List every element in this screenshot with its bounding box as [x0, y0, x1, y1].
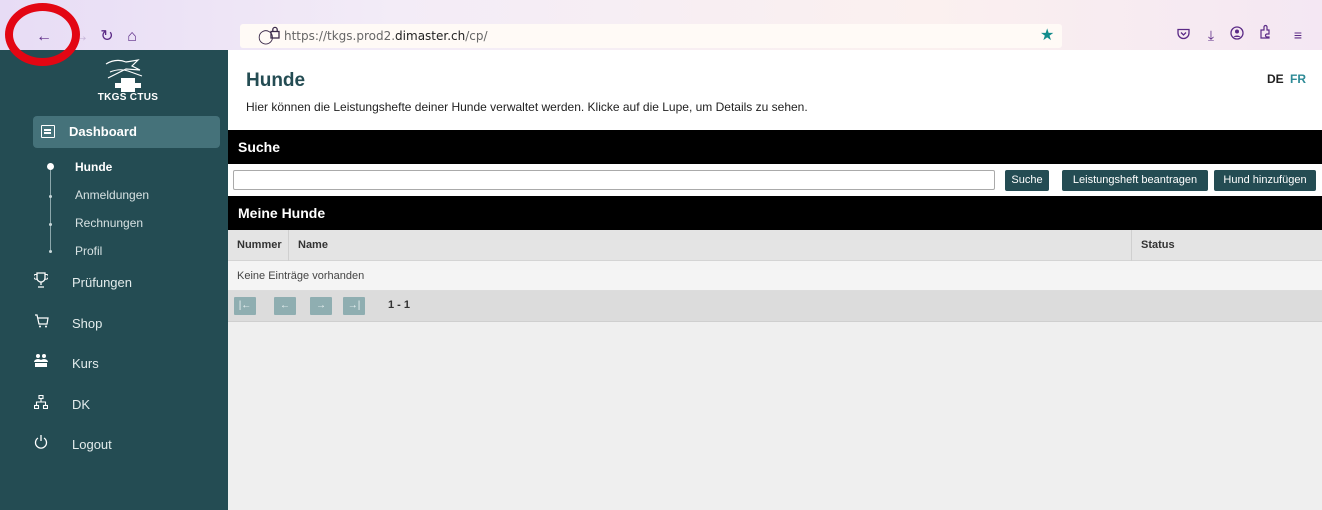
sidebar-item-label: Kurs	[72, 356, 99, 371]
column-divider	[288, 230, 289, 261]
people-icon	[30, 353, 52, 375]
menu-icon[interactable]: ≡	[1286, 24, 1310, 46]
first-page-button[interactable]: |←	[234, 297, 256, 315]
column-header-name[interactable]: Name	[298, 239, 328, 251]
sidebar-item-hunde[interactable]: Hunde	[75, 160, 112, 174]
reload-icon[interactable]: ↻	[96, 26, 118, 48]
forward-arrow-icon[interactable]: →	[70, 26, 92, 48]
sidebar-item-dashboard[interactable]: Dashboard	[33, 116, 220, 148]
page-info: 1 - 1	[388, 299, 411, 311]
sidebar-item-logout[interactable]: Logout	[30, 434, 220, 458]
cart-icon	[30, 313, 52, 335]
request-booklet-button[interactable]: Leistungsheft beantragen	[1062, 170, 1208, 191]
sidebar-item-rechnungen[interactable]: Rechnungen	[75, 216, 143, 230]
download-icon[interactable]: ⤓	[1199, 24, 1223, 46]
bookmark-star-icon[interactable]: ★	[1040, 25, 1054, 47]
bullet	[49, 195, 52, 198]
extensions-icon[interactable]	[1253, 24, 1277, 46]
table-row: Keine Einträge vorhanden	[228, 261, 1322, 291]
sidebar-item-label: Shop	[72, 316, 103, 331]
browser-toolbar: ← → ↻ ⌂ ◯ https://tkgs.prod2.dimaster.ch…	[0, 0, 1322, 50]
trophy-icon	[30, 272, 52, 295]
sidebar-item-profil[interactable]: Profil	[75, 244, 102, 258]
active-bullet	[47, 163, 54, 170]
page-description: Hier können die Leistungshefte deiner Hu…	[246, 100, 808, 114]
page-title: Hunde	[246, 70, 306, 91]
column-header-nummer[interactable]: Nummer	[237, 239, 282, 251]
main-content: Hunde Hier können die Leistungshefte dei…	[228, 50, 1322, 510]
hierarchy-icon	[30, 394, 52, 416]
sidebar: TKGS CTUS Dashboard Hunde Anmeldungen Re…	[0, 50, 228, 510]
sidebar-item-label: Logout	[72, 437, 112, 452]
last-page-button[interactable]: →|	[343, 297, 365, 315]
sidebar-item-kurs[interactable]: Kurs	[30, 353, 220, 377]
language-fr[interactable]: FR	[1290, 72, 1306, 86]
pocket-icon[interactable]	[1171, 24, 1195, 46]
search-input[interactable]	[233, 170, 995, 190]
sidebar-item-label: Dashboard	[69, 124, 137, 139]
sidebar-item-shop[interactable]: Shop	[30, 313, 220, 337]
search-section-header: Suche	[228, 130, 1322, 164]
sidebar-item-label: DK	[72, 397, 91, 412]
power-icon	[30, 434, 52, 456]
dashboard-icon	[41, 125, 55, 138]
logo-text: TKGS CTUS	[97, 92, 159, 103]
sidebar-item-label: Prüfungen	[72, 275, 132, 290]
column-divider	[1131, 230, 1132, 261]
previous-page-button[interactable]: ←	[274, 297, 296, 315]
sidebar-item-pruefungen[interactable]: Prüfungen	[30, 272, 220, 296]
page-header: Hunde Hier können die Leistungshefte dei…	[228, 50, 1322, 130]
next-page-button[interactable]: →	[310, 297, 332, 315]
bullet	[49, 223, 52, 226]
pagination: |← ← → →| 1 - 1	[228, 291, 1322, 322]
bullet	[49, 250, 52, 253]
table-header: Nummer Name Status	[228, 230, 1322, 261]
search-button[interactable]: Suche	[1005, 170, 1049, 191]
add-dog-button[interactable]: Hund hinzufügen	[1214, 170, 1316, 191]
sidebar-item-anmeldungen[interactable]: Anmeldungen	[75, 188, 149, 202]
logo[interactable]: TKGS CTUS	[80, 56, 176, 104]
empty-message: Keine Einträge vorhanden	[237, 270, 365, 282]
account-icon[interactable]	[1225, 24, 1249, 46]
dogs-section-header: Meine Hunde	[228, 196, 1322, 230]
sidebar-item-dk[interactable]: DK	[30, 394, 220, 418]
url-text[interactable]: https://tkgs.prod2.dimaster.ch/cp/	[284, 28, 488, 44]
home-icon[interactable]: ⌂	[121, 26, 143, 48]
back-arrow-icon[interactable]: ←	[33, 26, 55, 48]
language-de[interactable]: DE	[1267, 72, 1284, 86]
address-bar[interactable]: ◯ https://tkgs.prod2.dimaster.ch/cp/ ★	[240, 24, 1062, 48]
column-header-status[interactable]: Status	[1141, 239, 1175, 251]
submenu-line	[50, 170, 51, 250]
search-row: Suche Leistungsheft beantragen Hund hinz…	[228, 164, 1322, 196]
lock-icon[interactable]	[270, 24, 280, 44]
